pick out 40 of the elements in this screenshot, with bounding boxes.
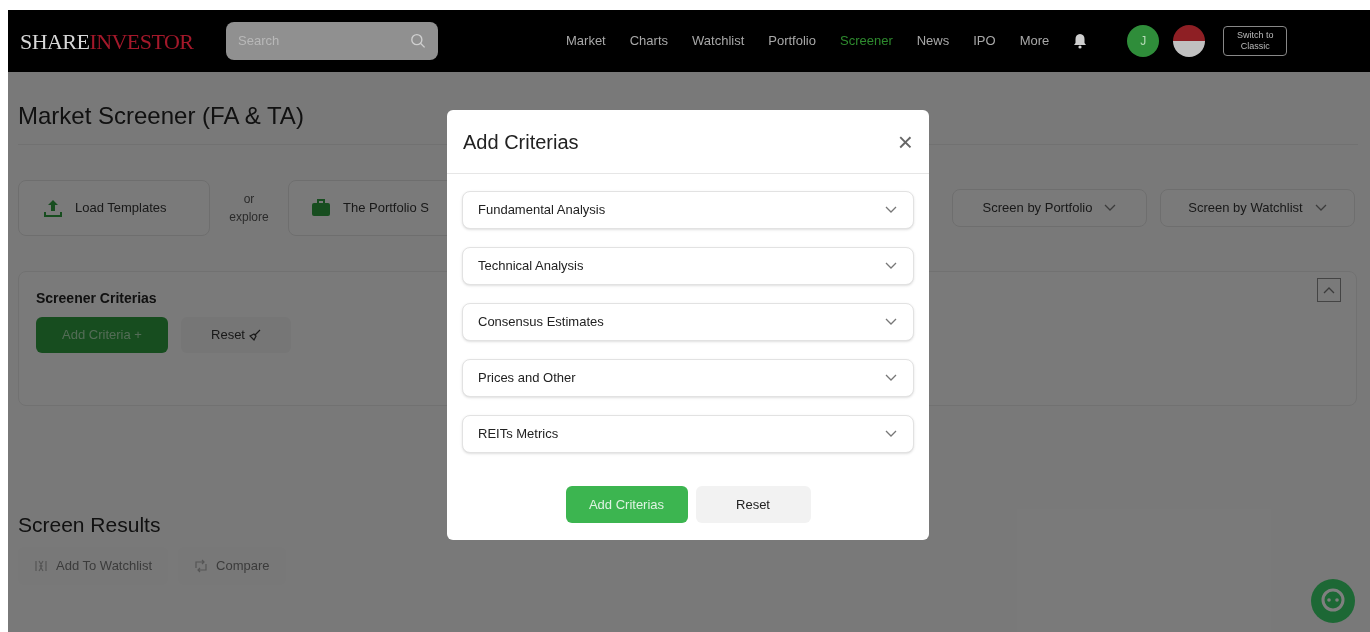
dropdown-button[interactable]: Screen by Watchlist	[1160, 189, 1355, 227]
briefcase-icon	[311, 199, 331, 217]
or-explore-label: or explore	[228, 191, 270, 226]
nav-link[interactable]: Portfolio	[768, 31, 816, 51]
chat-support-icon[interactable]	[1311, 579, 1355, 623]
bell-icon[interactable]	[1073, 33, 1088, 49]
nav-link[interactable]: News	[916, 31, 950, 51]
upload-icon	[43, 198, 63, 218]
accordion-item[interactable]: REITs Metrics	[462, 415, 914, 453]
chevron-down-icon	[1314, 204, 1327, 212]
chevron-down-icon	[885, 206, 897, 214]
accordion-item[interactable]: Technical Analysis	[462, 247, 914, 285]
chevron-down-icon	[885, 318, 897, 326]
flag-icon[interactable]	[1173, 25, 1206, 57]
dropdown-button[interactable]: Screen by Portfolio	[952, 189, 1147, 227]
search-icon[interactable]	[409, 32, 426, 50]
nav-link[interactable]: More	[1019, 31, 1050, 51]
nav-link[interactable]: Charts	[629, 31, 669, 51]
chevron-down-icon	[885, 430, 897, 438]
panel-title: Screener Criterias	[36, 289, 157, 308]
nav-link[interactable]: Screener	[840, 31, 893, 51]
broom-icon	[249, 329, 261, 341]
reset-button[interactable]: Reset	[181, 317, 291, 353]
logo[interactable]: SHAREINVESTOR	[20, 24, 210, 58]
nav-link[interactable]: Watchlist	[692, 31, 745, 51]
compare-icon	[194, 558, 209, 573]
chevron-down-icon	[1104, 204, 1117, 212]
load-templates-button[interactable]: Load Templates	[18, 180, 210, 236]
section-title: Screen Results	[18, 512, 162, 538]
accordion-item[interactable]: Prices and Other	[462, 359, 914, 397]
chevron-up-icon	[1323, 286, 1335, 294]
collapse-button[interactable]	[1317, 278, 1341, 302]
chevron-down-icon	[885, 374, 897, 382]
accordion-item[interactable]: Fundamental Analysis	[462, 191, 914, 229]
reset-button[interactable]: Reset	[695, 486, 811, 523]
nav-link[interactable]: IPO	[973, 31, 996, 51]
nav-link[interactable]: Market	[566, 31, 606, 51]
accordion-item[interactable]: Consensus Estimates	[462, 303, 914, 341]
chevron-down-icon	[885, 262, 897, 270]
switch-button[interactable]: Switch to Classic	[1223, 26, 1288, 56]
